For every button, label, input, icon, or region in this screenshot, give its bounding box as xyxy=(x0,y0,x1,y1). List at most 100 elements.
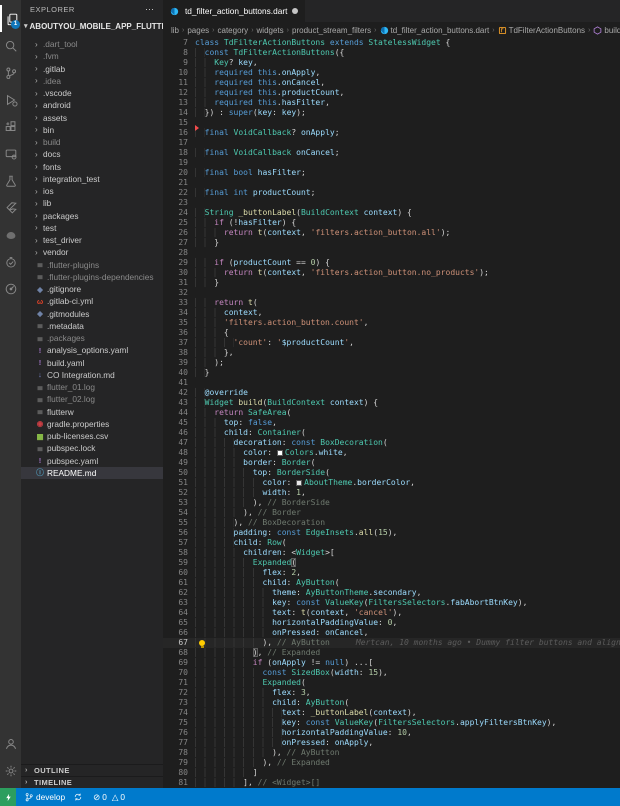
line-number[interactable]: 44 xyxy=(163,408,195,418)
line-number[interactable]: 60 xyxy=(163,568,195,578)
code-line-52[interactable]: 52 width: 1, xyxy=(163,488,620,498)
line-number[interactable]: 16 xyxy=(163,125,199,138)
file-item-flutter_01.log[interactable]: ≣ flutter_01.log xyxy=(21,381,163,393)
lightbulb-icon[interactable] xyxy=(199,639,205,648)
line-number[interactable]: 32 xyxy=(163,288,195,298)
code-line-77[interactable]: 77 onPressed: onApply, xyxy=(163,738,620,748)
activity-docker-icon[interactable] xyxy=(0,221,21,248)
line-number[interactable]: 17 xyxy=(163,138,195,148)
code-line-39[interactable]: 39 ); xyxy=(163,358,620,368)
folder-item-ios[interactable]: › ios xyxy=(21,185,163,197)
file-item-flutterw[interactable]: ≣ flutterw xyxy=(21,406,163,418)
line-number[interactable]: 45 xyxy=(163,418,195,428)
code-line-15[interactable]: 15 xyxy=(163,118,620,128)
code-line-59[interactable]: 59 Expanded( xyxy=(163,558,620,568)
line-number[interactable]: 33 xyxy=(163,298,195,308)
code-line-25[interactable]: 25 if (!hasFilter) { xyxy=(163,218,620,228)
line-number[interactable]: 53 xyxy=(163,498,195,508)
line-number[interactable]: 29 xyxy=(163,258,195,268)
code-line-45[interactable]: 45 top: false, xyxy=(163,418,620,428)
folder-item-android[interactable]: › android xyxy=(21,99,163,111)
line-number[interactable]: 28 xyxy=(163,248,195,258)
line-number[interactable]: 18 xyxy=(163,148,195,158)
file-item-analysis_options.yaml[interactable]: ! analysis_options.yaml xyxy=(21,344,163,356)
section-outline[interactable]: › OUTLINE xyxy=(21,764,163,776)
code-line-58[interactable]: 58 children: <Widget>[ xyxy=(163,548,620,558)
code-line-81[interactable]: 81 ], // <Widget>[] xyxy=(163,778,620,788)
line-number[interactable]: 62 xyxy=(163,588,195,598)
code-line-12[interactable]: 12 required this.productCount, xyxy=(163,88,620,98)
more-actions-icon[interactable]: ⋯ xyxy=(145,4,155,15)
code-line-64[interactable]: 64 text: t(context, 'cancel'), xyxy=(163,608,620,618)
folder-item-vendor[interactable]: › vendor xyxy=(21,246,163,258)
activity-run-debug-icon[interactable] xyxy=(0,86,21,113)
line-number[interactable]: 7 xyxy=(163,38,195,48)
line-number[interactable]: 73 xyxy=(163,698,195,708)
line-number[interactable]: 30 xyxy=(163,268,195,278)
code-line-36[interactable]: 36 { xyxy=(163,328,620,338)
line-number[interactable]: 61 xyxy=(163,578,195,588)
code-line-80[interactable]: 80 ] xyxy=(163,768,620,778)
line-number[interactable]: 10 xyxy=(163,68,195,78)
line-number[interactable]: 41 xyxy=(163,378,195,388)
line-number[interactable]: 39 xyxy=(163,358,195,368)
code-line-19[interactable]: 19 xyxy=(163,158,620,168)
code-line-57[interactable]: 57 child: Row( xyxy=(163,538,620,548)
line-number[interactable]: 51 xyxy=(163,478,195,488)
file-item-pubspec.yaml[interactable]: ! pubspec.yaml xyxy=(21,455,163,467)
line-number[interactable]: 63 xyxy=(163,598,195,608)
line-number[interactable]: 21 xyxy=(163,178,195,188)
breadcrumb-item-lib[interactable]: lib xyxy=(171,26,179,35)
line-number[interactable]: 59 xyxy=(163,558,195,568)
folder-item-.idea[interactable]: › .idea xyxy=(21,75,163,87)
code-line-42[interactable]: 42 @override xyxy=(163,388,620,398)
code-line-53[interactable]: 53 ), // BorderSide xyxy=(163,498,620,508)
code-line-30[interactable]: 30 return t(context, 'filters.action_but… xyxy=(163,268,620,278)
breadcrumb-item-widgets[interactable]: widgets xyxy=(257,26,284,35)
line-number[interactable]: 77 xyxy=(163,738,195,748)
code-line-44[interactable]: 44 return SafeArea( xyxy=(163,408,620,418)
file-item-.flutter-plugins[interactable]: ≣ .flutter-plugins xyxy=(21,259,163,271)
code-line-23[interactable]: 23 xyxy=(163,198,620,208)
code-line-21[interactable]: 21 xyxy=(163,178,620,188)
line-number[interactable]: 65 xyxy=(163,618,195,628)
line-number[interactable]: 76 xyxy=(163,728,195,738)
git-branch-button[interactable]: develop xyxy=(24,792,65,802)
code-line-18[interactable]: 18 final VoidCallback onCancel; xyxy=(163,148,620,158)
line-number[interactable]: 40 xyxy=(163,368,195,378)
line-number[interactable]: 80 xyxy=(163,768,195,778)
line-number[interactable]: 35 xyxy=(163,318,195,328)
code-line-38[interactable]: 38 }, xyxy=(163,348,620,358)
file-item-.metadata[interactable]: ≣ .metadata xyxy=(21,320,163,332)
line-number[interactable]: 70 xyxy=(163,668,195,678)
line-number[interactable]: 22 xyxy=(163,188,195,198)
code-line-73[interactable]: 73 child: AyButton( xyxy=(163,698,620,708)
activity-settings-gear-icon[interactable] xyxy=(0,757,21,784)
line-number[interactable]: 78 xyxy=(163,748,195,758)
line-number[interactable]: 81 xyxy=(163,778,195,788)
line-number[interactable]: 52 xyxy=(163,488,195,498)
activity-remote-explorer-icon[interactable] xyxy=(0,140,21,167)
line-number[interactable]: 67 xyxy=(163,638,195,648)
line-number[interactable]: 26 xyxy=(163,228,195,238)
breadcrumb-item-td_filter_action_buttons.dart[interactable]: td_filter_action_buttons.dart xyxy=(380,26,489,35)
tab-modified-indicator[interactable] xyxy=(292,8,299,14)
file-item-.gitlab-ci.yml[interactable]: ω .gitlab-ci.yml xyxy=(21,295,163,307)
code-line-28[interactable]: 28 xyxy=(163,248,620,258)
code-line-72[interactable]: 72 flex: 3, xyxy=(163,688,620,698)
line-number[interactable]: 36 xyxy=(163,328,195,338)
file-item-pub-licenses.csv[interactable]: ▦ pub-licenses.csv xyxy=(21,430,163,442)
file-item-.gitignore[interactable]: ◆ .gitignore xyxy=(21,283,163,295)
breadcrumb-item-category[interactable]: category xyxy=(218,26,249,35)
code-line-22[interactable]: 22 final int productCount; xyxy=(163,188,620,198)
line-number[interactable]: 15 xyxy=(163,118,195,128)
line-number[interactable]: 9 xyxy=(163,58,195,68)
code-line-49[interactable]: 49 border: Border( xyxy=(163,458,620,468)
line-number[interactable]: 74 xyxy=(163,708,195,718)
folder-item-integration_test[interactable]: › integration_test xyxy=(21,173,163,185)
code-line-47[interactable]: 47 decoration: const BoxDecoration( xyxy=(163,438,620,448)
sync-button[interactable] xyxy=(73,792,85,802)
file-item-readme.md[interactable]: ⓘ README.md xyxy=(21,466,163,479)
tab-td-filter-action-buttons[interactable]: td_filter_action_buttons.dart xyxy=(163,0,306,22)
line-number[interactable]: 46 xyxy=(163,428,195,438)
